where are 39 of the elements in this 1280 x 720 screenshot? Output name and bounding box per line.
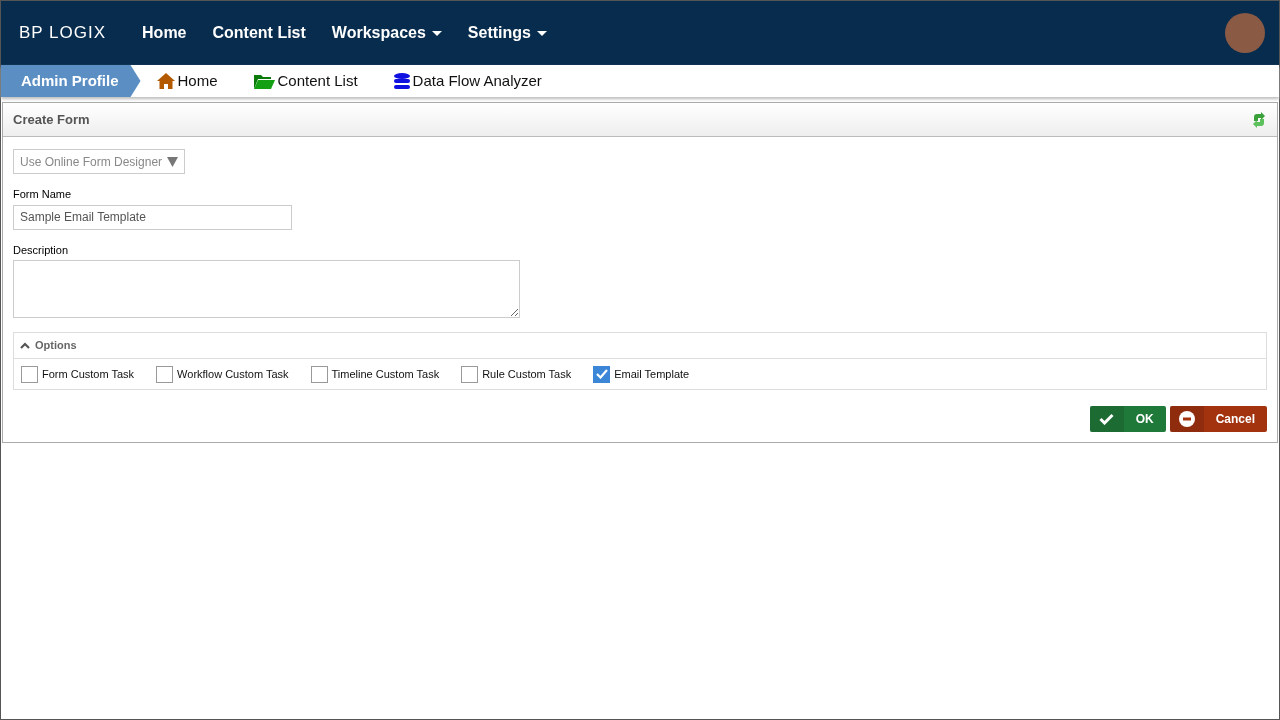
panel-title: Create Form — [13, 110, 90, 129]
designer-dropdown[interactable]: Use Online Form Designer — [13, 149, 185, 174]
brand-logo[interactable]: BP LOGIX — [19, 20, 107, 46]
check-icon — [1099, 413, 1115, 425]
checkbox[interactable] — [21, 365, 38, 383]
refresh-icon[interactable] — [1251, 111, 1267, 128]
field-label: Description — [13, 242, 70, 258]
checkbox-label[interactable]: Rule Custom Task — [482, 365, 572, 383]
nav-link[interactable]: Home — [142, 21, 187, 45]
caret-icon — [431, 30, 442, 36]
checkbox-label[interactable]: Workflow Custom Task — [177, 365, 289, 383]
checkbox[interactable] — [593, 365, 611, 383]
triangle-icon — [167, 156, 178, 167]
nav-link[interactable]: Content List — [212, 21, 306, 45]
checkbox-label[interactable]: Form Custom Task — [42, 365, 135, 383]
ok-button[interactable]: OK — [1089, 406, 1166, 432]
chevron-icon — [20, 342, 30, 349]
breadcrumb-link[interactable]: Content List — [253, 69, 358, 93]
checkbox-label[interactable]: Timeline Custom Task — [331, 365, 440, 383]
minus-circle-icon — [1178, 411, 1195, 427]
options-header[interactable]: Options — [14, 333, 1266, 359]
nav-link[interactable]: Workspaces — [331, 21, 442, 45]
field-label: Form Name — [13, 187, 73, 202]
cancel-button[interactable]: Cancel — [1169, 406, 1267, 432]
checkbox[interactable] — [310, 365, 328, 383]
description-field[interactable] — [13, 260, 520, 318]
nav-link[interactable]: Settings — [467, 21, 547, 45]
breadcrumb-link[interactable]: Data Flow Analyzer — [393, 69, 542, 93]
checkbox[interactable] — [156, 365, 174, 383]
database-icon — [393, 73, 410, 89]
avatar[interactable] — [1225, 13, 1265, 53]
breadcrumb-link[interactable]: Home — [156, 69, 218, 93]
checkbox-label[interactable]: Email Template — [614, 365, 690, 383]
caret-icon — [536, 30, 547, 36]
form-name-field[interactable]: Sample Email Template — [13, 204, 292, 230]
home-icon — [156, 73, 175, 89]
checkbox[interactable] — [461, 365, 479, 383]
breadcrumb-current: Admin Profile — [1, 65, 141, 97]
folder-icon — [253, 73, 275, 89]
